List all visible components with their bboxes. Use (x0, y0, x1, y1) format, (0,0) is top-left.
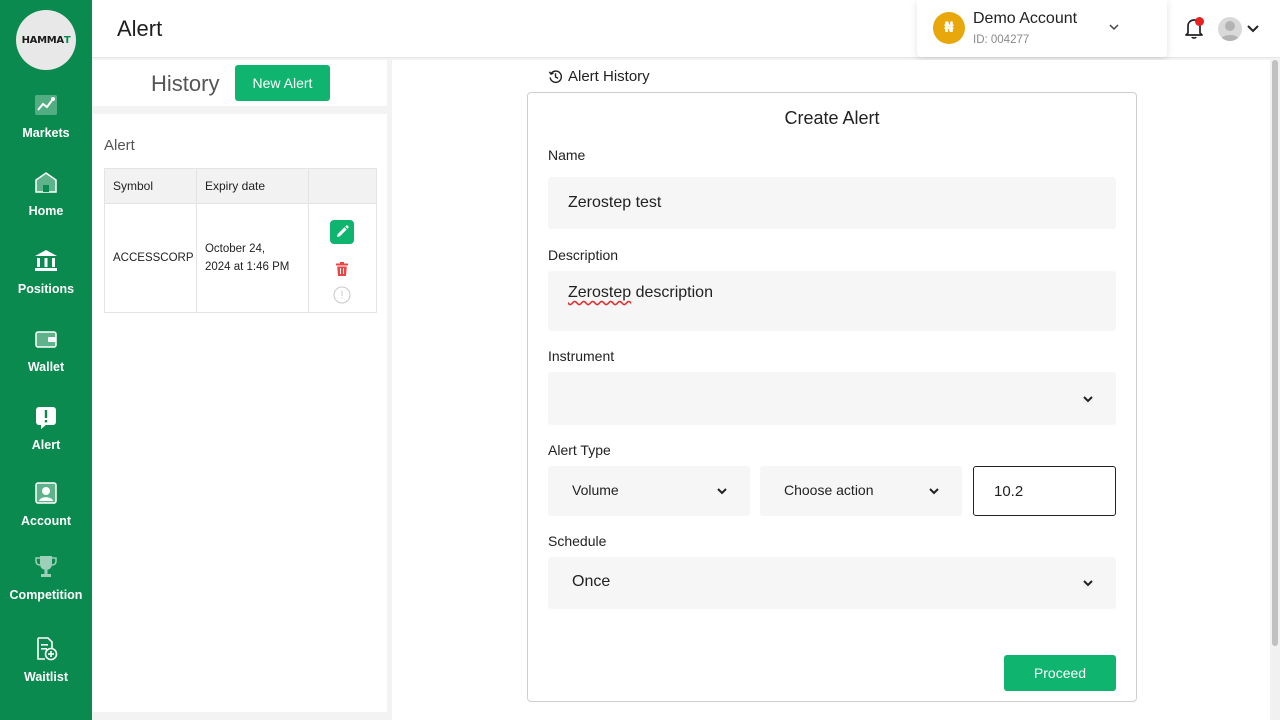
alert-type-label: Alert Type (548, 442, 611, 458)
bank-icon (33, 248, 59, 274)
history-clock-icon (548, 70, 563, 84)
account-switcher[interactable]: ₦ Demo Account ID: 004277 (917, 0, 1167, 57)
name-input[interactable] (548, 177, 1116, 229)
edit-button[interactable] (330, 220, 355, 244)
description-text-word: Zerostep (568, 284, 632, 301)
sidebar-item-account[interactable]: Account (0, 480, 92, 528)
sidebar-item-label: Waitlist (24, 670, 68, 684)
schedule-select[interactable]: Once (548, 557, 1116, 609)
user-avatar[interactable] (1218, 17, 1242, 41)
account-icon (33, 480, 59, 506)
sidebar-item-competition[interactable]: Competition (0, 554, 92, 602)
description-label: Description (548, 247, 619, 263)
cell-actions (308, 203, 377, 313)
threshold-value-input[interactable] (973, 466, 1116, 516)
sidebar-item-markets[interactable]: Markets (0, 92, 92, 140)
chevron-down-icon (1083, 395, 1093, 402)
notification-dot (1195, 17, 1204, 26)
pencil-icon (337, 225, 350, 237)
action-select[interactable]: Choose action (760, 466, 962, 516)
alerts-table: Symbol Expiry date ACCESSCORP October 24… (104, 168, 377, 313)
trophy-icon (33, 554, 59, 580)
new-alert-button[interactable]: New Alert (235, 65, 330, 101)
home-icon (33, 170, 59, 196)
app-logo[interactable]: HAMMA T (16, 10, 76, 70)
action-value: Choose action (784, 482, 874, 498)
sidebar-item-label: Alert (31, 438, 61, 452)
sidebar-item-alert[interactable]: Alert (0, 404, 92, 452)
expiry-date-line: October 24, (204, 243, 266, 255)
logo-text: HAMMA (21, 34, 65, 46)
column-header-symbol: Symbol (104, 168, 197, 204)
sidebar-item-label: Account (21, 514, 71, 528)
name-label: Name (548, 147, 586, 163)
table-row: ACCESSCORP October 24, 2024 at 1:46 PM (104, 203, 377, 313)
sidebar-item-label: Markets (22, 126, 70, 140)
proceed-button[interactable]: Proceed (1004, 655, 1116, 691)
info-circle-icon[interactable] (333, 286, 351, 304)
schedule-value: Once (572, 573, 611, 590)
chevron-down-icon (1109, 24, 1119, 31)
sidebar-item-label: Positions (17, 282, 75, 296)
expiry-time-line: 2024 at 1:46 PM (204, 261, 290, 273)
description-textarea[interactable]: Zerostep description (548, 271, 1116, 331)
chevron-down-icon[interactable] (1246, 22, 1260, 36)
page-title: Alert (117, 16, 163, 41)
cell-expiry: October 24, 2024 at 1:46 PM (195, 203, 310, 313)
sidebar: HAMMA T Markets Home Positions Wallet Ale… (0, 0, 92, 720)
top-header: Alert ₦ Demo Account ID: 004277 (92, 0, 1280, 58)
sidebar-item-label: Wallet (27, 360, 65, 374)
column-header-actions (308, 168, 377, 204)
schedule-label: Schedule (548, 533, 607, 549)
naira-coin-icon: ₦ (933, 12, 965, 44)
sidebar-item-home[interactable]: Home (0, 170, 92, 218)
chevron-down-icon (1083, 580, 1093, 587)
description-text-rest: description (631, 284, 713, 301)
alert-type-value: Volume (572, 482, 619, 498)
history-header: History New Alert (92, 60, 387, 106)
table-header-row: Symbol Expiry date (104, 168, 377, 204)
instrument-select[interactable] (548, 372, 1116, 425)
create-alert-card: Create Alert Name Description Zerostep d… (527, 92, 1137, 702)
sidebar-item-waitlist[interactable]: Waitlist (0, 636, 92, 684)
instrument-label: Instrument (548, 348, 615, 364)
markets-chart-icon (33, 92, 59, 118)
alert-history-label: Alert History (568, 68, 650, 85)
logo-accent: T (63, 34, 71, 46)
trash-icon[interactable] (334, 261, 350, 277)
alert-type-select[interactable]: Volume (548, 466, 750, 516)
alert-section-label: Alert (104, 137, 135, 154)
sidebar-item-wallet[interactable]: Wallet (0, 326, 92, 374)
create-alert-title: Create Alert (784, 108, 880, 128)
column-header-expiry: Expiry date (195, 168, 310, 204)
history-title: History (151, 71, 220, 96)
account-name: Demo Account (973, 10, 1078, 27)
alert-icon (33, 404, 59, 430)
account-id: ID: 004277 (973, 34, 1030, 46)
sidebar-item-label: Competition (9, 588, 83, 602)
waitlist-icon (33, 636, 59, 662)
sidebar-item-label: Home (28, 204, 64, 218)
history-panel: Alert Symbol Expiry date ACCESSCORP Octo… (92, 114, 387, 712)
chevron-down-icon (717, 488, 727, 495)
scrollbar-thumb[interactable] (1272, 60, 1278, 646)
sidebar-item-positions[interactable]: Positions (0, 248, 92, 296)
chevron-down-icon (929, 488, 939, 495)
wallet-icon (33, 326, 59, 352)
alert-history-link[interactable]: Alert History (548, 68, 650, 85)
cell-symbol: ACCESSCORP (104, 203, 197, 313)
